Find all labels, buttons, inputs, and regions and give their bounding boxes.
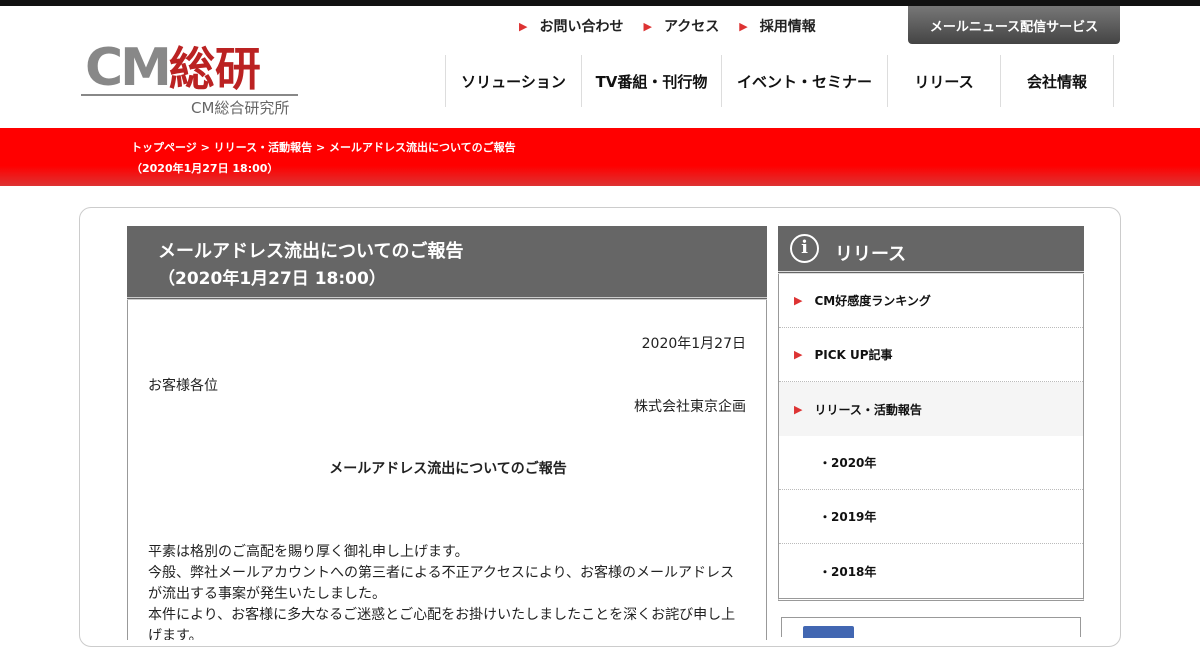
nav-item-solution[interactable]: ソリューション (446, 55, 582, 107)
breadcrumb-current-date: （2020年1月27日 18:00） (131, 162, 279, 175)
article-date: 2020年1月27日 (641, 336, 746, 352)
info-icon: i (790, 234, 819, 263)
breadcrumb-separator: > (196, 141, 214, 154)
article-body-title: メールアドレス流出についてのご報告 (329, 461, 567, 477)
logo-cm-text: CM (85, 38, 172, 98)
sidebar-item-label: リリース・活動報告 (814, 402, 922, 417)
triangle-right-icon: ▶ (794, 348, 803, 361)
sidebar-item-ranking[interactable]: ▶ CM好感度ランキング (779, 274, 1083, 328)
sidebar-item-label: PICK UP記事 (814, 348, 893, 362)
article-body: 2020年1月27日 お客様各位 株式会社東京企画 メールアドレス流出についての… (127, 300, 767, 640)
breadcrumb-current: メールアドレス流出についてのご報告 (329, 141, 516, 154)
article-company: 株式会社東京企画 (634, 399, 746, 415)
article-title: メールアドレス流出についてのご報告 (158, 241, 464, 262)
paragraph: 今般、弊社メールアカウントへの第三者による不正アクセスにより、お客様のメールアド… (148, 565, 735, 602)
article-paragraphs: 平素は格別のご高配を賜り厚く御礼申し上げます。 今般、弊社メールアカウントへの第… (148, 542, 748, 640)
sidebar-list: ▶ CM好感度ランキング ▶ PICK UP記事 ▶ リリース・活動報告 ・2020年… (778, 274, 1084, 601)
nav-item-tv-publications[interactable]: TV番組・刊行物 (582, 55, 722, 107)
sidebar-item-pickup[interactable]: ▶ PICK UP記事 (779, 328, 1083, 382)
sidebar-subitem-2020[interactable]: ・2020年 (779, 436, 1083, 490)
nav-item-company[interactable]: 会社情報 (1001, 55, 1114, 107)
logo-wordmark: CM総研 (85, 40, 261, 97)
breadcrumb-home[interactable]: トップページ (131, 141, 197, 154)
triangle-right-icon: ▶ (794, 294, 803, 307)
nav-item-release[interactable]: リリース (888, 55, 1001, 107)
utility-links: ▶ お問い合わせ ▶ アクセス ▶ 採用情報 (519, 16, 836, 36)
logo-rule (81, 94, 298, 96)
logo-subtitle: CM総合研究所 (191, 99, 290, 117)
sidebar-subitem-2018[interactable]: ・2018年 (779, 544, 1083, 598)
breadcrumb-separator: > (312, 141, 330, 154)
triangle-right-icon: ▶ (519, 19, 528, 33)
triangle-right-icon: ▶ (739, 19, 748, 33)
nav-item-events[interactable]: イベント・セミナー (722, 55, 888, 107)
global-nav: ソリューション TV番組・刊行物 イベント・セミナー リリース 会社情報 (445, 55, 1114, 107)
util-link-contact[interactable]: ▶ お問い合わせ (519, 16, 623, 36)
mail-news-button[interactable]: メールニュース配信サービス (908, 6, 1120, 44)
facebook-button[interactable] (803, 626, 854, 638)
breadcrumb: トップページ > リリース・活動報告 > メールアドレス流出についてのご報告 （… (131, 137, 516, 179)
util-link-access[interactable]: ▶ アクセス (643, 16, 719, 36)
social-widget-box (781, 617, 1081, 638)
sidebar-title: リリース (835, 244, 907, 265)
logo-kanji-text: 総研 (168, 42, 261, 96)
article-greeting: お客様各位 (148, 378, 218, 394)
sidebar-header: i リリース (778, 226, 1084, 274)
paragraph: 平素は格別のご高配を賜り厚く御礼申し上げます。 (148, 544, 469, 560)
sidebar-item-label: CM好感度ランキング (814, 294, 931, 308)
site-logo[interactable]: CM総研 CM総合研究所 (81, 40, 301, 118)
util-link-label: 採用情報 (759, 19, 816, 35)
paragraph: 本件により、お客様に多大なるご迷惑とご心配をお掛けいたしましたことを深くお詫び申… (148, 607, 736, 640)
sidebar-subitem-2019[interactable]: ・2019年 (779, 490, 1083, 544)
util-link-label: お問い合わせ (539, 19, 624, 35)
article-title-date: （2020年1月27日 18:00） (158, 269, 386, 289)
triangle-right-icon: ▶ (794, 402, 803, 416)
article-header: メールアドレス流出についてのご報告 （2020年1月27日 18:00） (127, 226, 767, 300)
breadcrumb-section[interactable]: リリース・活動報告 (214, 141, 312, 154)
util-link-recruit[interactable]: ▶ 採用情報 (739, 16, 815, 36)
triangle-right-icon: ▶ (643, 19, 652, 33)
util-link-label: アクセス (663, 19, 720, 35)
sidebar-item-release-report[interactable]: ▶ リリース・活動報告 (779, 382, 1083, 436)
